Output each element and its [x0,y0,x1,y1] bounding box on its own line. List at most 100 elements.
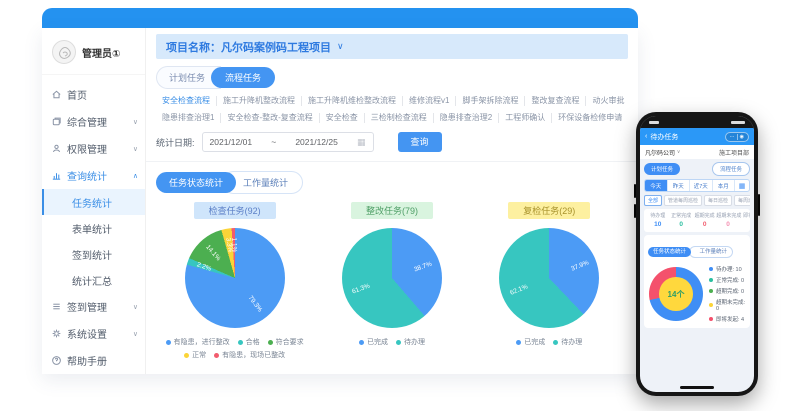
tab-process-tasks[interactable]: 流程任务 [211,67,275,88]
legend-item[interactable]: 合格 [238,337,260,347]
query-button[interactable]: 查询 [398,132,442,152]
stats-header: 正常完成 [669,212,692,219]
tab-workload-statistics[interactable]: 工作量统计 [689,246,733,258]
legend-item[interactable]: 正常完成: 0 [709,276,746,284]
workflow-filter-tag[interactable]: 安全检查流程 [156,96,217,106]
legend-item[interactable]: 已完成 [516,337,545,347]
folder-icon [51,116,62,127]
donut-chart-row: 14个 待办理: 10正常完成: 0超期完成: 0超期未完成: 0即将发起: 4 [648,265,746,323]
tab-task-status-statistics[interactable]: 任务状态统计 [156,172,236,193]
phone-task-type-tabs: 计划任务 流程任务 [644,162,750,176]
workflow-filter-tag[interactable]: 工程师确认 [499,113,552,123]
sidebar-item-system-settings[interactable]: 系统设置 ∨ [42,320,145,347]
main-content: 项目名称：凡尔码案例码工程项目 ∨ 计划任务 流程任务 安全检查流程施工升降机整… [146,28,638,374]
user-name: 管理员① [82,45,120,60]
chart-legend: 已完成待办理 [359,337,425,347]
phone-status-bar [640,116,754,128]
calendar-icon[interactable]: ▦ [735,180,749,191]
legend-item[interactable]: 已完成 [359,337,388,347]
tab-planned-tasks[interactable]: 计划任务 [644,163,680,175]
legend-label: 即将发起: 4 [716,315,744,323]
chevron-down-icon: ∨ [133,330,138,338]
date-tab[interactable]: 昨天 [668,180,691,191]
legend-label: 正常 [192,350,206,360]
tab-task-status-statistics[interactable]: 任务状态统计 [648,247,691,257]
user-profile[interactable]: 管理员① [42,34,145,75]
legend-label: 符合要求 [276,337,304,347]
sidebar-item-permission-management[interactable]: 权限管理 ∨ [42,135,145,162]
back-icon[interactable]: ‹ [645,133,647,140]
legend-item[interactable]: 待办理 [396,337,425,347]
workflow-filter-tag[interactable]: 三检制检查流程 [365,113,434,123]
legend-item[interactable]: 有隐患，进行整改 [166,337,230,347]
legend-item[interactable]: 待办理: 10 [709,265,746,273]
sidebar-item-help-manual[interactable]: 帮助手册 [42,347,145,374]
legend-label: 正常完成: 0 [716,276,744,284]
charts-row: 检查任务(92) 79.3%2.2%14.1%3.3%1.1% 有隐患，进行整改… [156,202,628,360]
pie-slice-label: 37.9% [570,259,590,272]
workflow-filter-tag[interactable]: 脚手架拆除流程 [456,96,525,106]
legend-label: 有隐患，现场已整改 [222,350,285,360]
chart-title-badge: 整改任务(79) [351,202,433,219]
workflow-filter-tag[interactable]: 整改复查流程 [525,96,586,106]
project-header[interactable]: 项目名称：凡尔码案例码工程项目 ∨ [156,34,628,59]
date-tab[interactable]: 今天 [645,180,668,191]
legend-item[interactable]: 有隐患，现场已整改 [214,350,285,360]
close-icon[interactable]: ◉ [740,134,744,140]
company-selector[interactable]: 凡尔码公司 [645,148,675,157]
legend-label: 待办理: 10 [716,265,742,273]
filter-chip[interactable]: 全部 [644,195,662,206]
sidebar-subitem-statistics-summary[interactable]: 统计汇总 [42,267,145,293]
legend-item[interactable]: 超期完成: 0 [709,287,746,295]
sidebar-item-signin-management[interactable]: 签到管理 ∨ [42,293,145,320]
browser-title-bar [42,8,638,28]
tab-process-tasks[interactable]: 流程任务 [712,162,750,176]
workflow-filter-tag[interactable]: 环保设备检修申请 [552,113,628,123]
workflow-filter-tag[interactable]: 安全检查-整改-复查流程 [221,113,319,123]
sidebar-subitem-signin-statistics[interactable]: 签到统计 [42,241,145,267]
legend-item[interactable]: 超期未完成: 0 [709,298,746,312]
sidebar-subitem-task-statistics[interactable]: 任务统计 [42,189,145,215]
sidebar-item-query-statistics[interactable]: 查询统计 ∧ [42,162,145,189]
stats-header-row: 待办理正常完成超期完成超期未完成即将发起 [646,212,748,219]
stats-value: 0 [669,221,692,228]
task-type-tabs: 计划任务 流程任务 [156,66,628,89]
more-icon[interactable]: ⋯ [730,134,735,140]
department-label[interactable]: 施工项目部 [719,148,749,157]
filter-chip[interactable]: 每日巡检 [704,195,732,206]
sidebar-item-label: 权限管理 [67,141,107,156]
legend-item[interactable]: 待办理 [553,337,582,347]
legend-item[interactable]: 正常 [184,350,206,360]
workflow-filter-tag[interactable]: 维修流程v1 [403,96,456,106]
workflow-filter-tag[interactable]: 安全检查 [320,113,365,123]
sidebar-subitem-form-statistics[interactable]: 表单统计 [42,215,145,241]
workflow-filter-tag[interactable]: 动火审批 [586,96,628,106]
date-tab-group: 今天昨天近7天本月 [645,180,735,191]
filter-chip[interactable]: 每周巡检 [734,195,750,206]
date-tab[interactable]: 近7天 [690,180,713,191]
workflow-filter-tag[interactable]: 施工升降机整改流程 [217,96,302,106]
sidebar-item-general-management[interactable]: 综合管理 ∨ [42,108,145,135]
chart-title-badge: 检查任务(92) [194,202,276,219]
phone-page-title: 待办任务 [650,132,678,142]
chevron-up-icon: ∧ [133,172,138,180]
dashboard-panel: 管理员① 首页 综合管理 ∨ 权限管理 ∨ 查询统计 ∧ 任务统计 表单统计 签… [42,28,638,374]
workflow-filter-tag[interactable]: 隐患排查治理1 [156,113,221,123]
date-tab[interactable]: 本月 [713,180,736,191]
volume-up-button [634,184,636,198]
phone-date-segmented-control: 今天昨天近7天本月 ▦ [644,179,750,192]
legend-label: 超期未完成: 0 [716,298,746,312]
sidebar-item-home[interactable]: 首页 [42,81,145,108]
filter-chip[interactable]: 管道每周巡检 [664,195,702,206]
workflow-filter-tag[interactable]: 隐患排查治理2 [434,113,499,123]
capsule-divider [737,134,738,140]
legend-item[interactable]: 符合要求 [268,337,304,347]
chart-legend: 有隐患，进行整改合格 符合要求正常 有隐患，现场已整改 [156,337,313,360]
workflow-filter-tag[interactable]: 施工升降机维检整改流程 [302,96,403,106]
legend-label: 已完成 [524,337,545,347]
date-range-input[interactable]: 2021/12/01 ~ 2021/12/25 ▦ [202,132,374,152]
legend-item[interactable]: 即将发起: 4 [709,315,746,323]
bar-chart-icon [51,170,62,181]
pie-slice-label: 79.3% [246,295,263,314]
chevron-down-icon: ∨ [677,149,681,155]
